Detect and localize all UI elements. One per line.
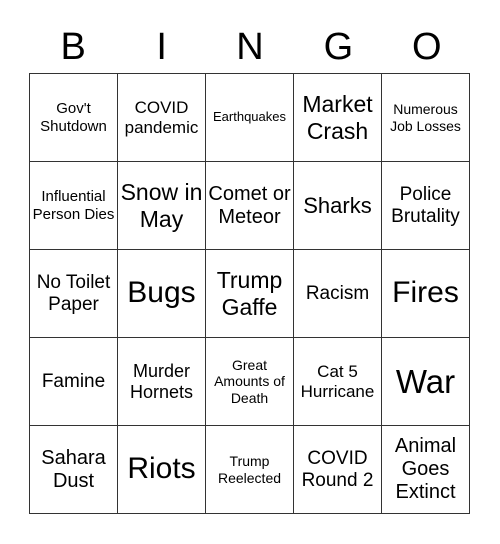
bingo-cell[interactable]: Earthquakes bbox=[206, 74, 294, 162]
bingo-cell[interactable]: COVID Round 2 bbox=[294, 426, 382, 514]
bingo-cell[interactable]: Cat 5 Hurricane bbox=[294, 338, 382, 426]
bingo-cell[interactable]: Police Brutality bbox=[382, 162, 470, 250]
bingo-cell[interactable]: Fires bbox=[382, 250, 470, 338]
bingo-header: B I N G O bbox=[29, 22, 471, 72]
bingo-cell[interactable]: Great Amounts of Death bbox=[206, 338, 294, 426]
bingo-cell[interactable]: Riots bbox=[118, 426, 206, 514]
bingo-cell[interactable]: COVID pandemic bbox=[118, 74, 206, 162]
bingo-cell[interactable]: Gov't Shutdown bbox=[30, 74, 118, 162]
bingo-cell[interactable]: War bbox=[382, 338, 470, 426]
bingo-cell[interactable]: Trump Reelected bbox=[206, 426, 294, 514]
bingo-cell[interactable]: Murder Hornets bbox=[118, 338, 206, 426]
bingo-cell[interactable]: Animal Goes Extinct bbox=[382, 426, 470, 514]
bingo-cell[interactable]: Trump Gaffe bbox=[206, 250, 294, 338]
bingo-cell[interactable]: Sharks bbox=[294, 162, 382, 250]
bingo-cell[interactable]: Snow in May bbox=[118, 162, 206, 250]
bingo-cell[interactable]: Racism bbox=[294, 250, 382, 338]
bingo-cell[interactable]: No Toilet Paper bbox=[30, 250, 118, 338]
bingo-grid: Gov't Shutdown COVID pandemic Earthquake… bbox=[29, 73, 470, 514]
header-letter-b: B bbox=[60, 26, 86, 68]
header-letter-g: G bbox=[323, 26, 354, 68]
bingo-cell[interactable]: Comet or Meteor bbox=[206, 162, 294, 250]
bingo-cell[interactable]: Numerous Job Losses bbox=[382, 74, 470, 162]
header-letter-i: I bbox=[156, 26, 167, 68]
bingo-cell[interactable]: Market Crash bbox=[294, 74, 382, 162]
bingo-cell[interactable]: Bugs bbox=[118, 250, 206, 338]
bingo-cell[interactable]: Famine bbox=[30, 338, 118, 426]
header-letter-n: N bbox=[236, 26, 264, 68]
bingo-cell[interactable]: Influential Person Dies bbox=[30, 162, 118, 250]
bingo-cell[interactable]: Sahara Dust bbox=[30, 426, 118, 514]
header-letter-o: O bbox=[412, 26, 442, 68]
